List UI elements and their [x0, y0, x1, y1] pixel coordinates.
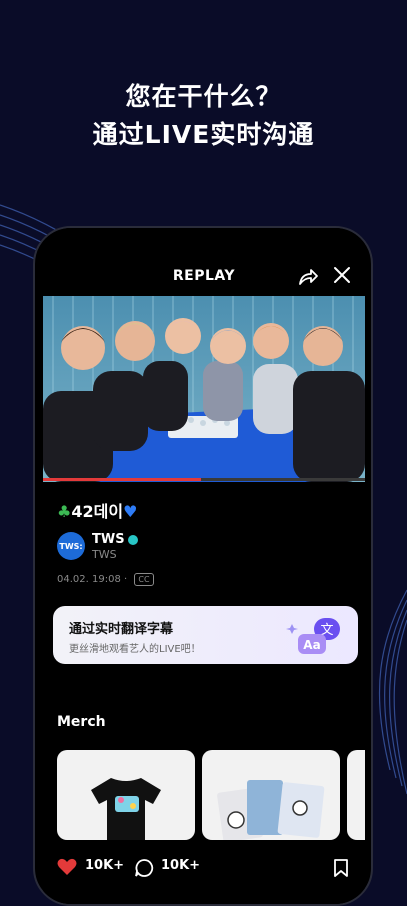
video-player[interactable] [43, 296, 365, 482]
post-title-text: 42데이 [71, 502, 124, 521]
phone-frame: REPLAY ♣42데이♥ TWS: TWS TWS 04.02. 19:08 … [33, 226, 373, 906]
top-bar: REPLAY [43, 258, 365, 294]
post-meta: 04.02. 19:08 · CC [57, 573, 154, 586]
bookmark-icon[interactable] [333, 858, 349, 878]
comment-icon[interactable] [134, 858, 154, 878]
video-progress-fill [43, 478, 201, 481]
artist-name[interactable]: TWS [92, 532, 138, 547]
artist-name-text: TWS [92, 532, 125, 547]
stickers-image [217, 780, 325, 840]
merch-card-tshirt[interactable] [57, 750, 195, 840]
close-icon[interactable] [331, 264, 353, 286]
post-title: ♣42데이♥ [57, 498, 137, 522]
tshirt-image [91, 778, 161, 840]
promo-line-1: 您在干什么？ [125, 82, 282, 111]
post-datetime: 04.02. 19:08 [57, 574, 121, 585]
cc-badge: CC [134, 573, 154, 586]
artist-avatar[interactable]: TWS: [57, 532, 85, 560]
video-progress-bar[interactable] [43, 478, 365, 481]
banner-title: 通过实时翻译字幕 [69, 622, 174, 637]
like-count: 10K+ [85, 858, 125, 873]
promo-headline: 您在干什么？ 通过LIVE实时沟通 [0, 78, 407, 154]
clover-icon: ♣ [57, 502, 72, 521]
app-screen: REPLAY ♣42데이♥ TWS: TWS TWS 04.02. 19:08 … [43, 228, 365, 904]
merch-card-stickers[interactable] [202, 750, 340, 840]
video-frame-image [43, 296, 365, 482]
translate-icon: 文 Aa [286, 618, 340, 654]
translate-glyph-b: Aa [303, 638, 320, 652]
heart-icon[interactable] [57, 858, 77, 876]
share-icon[interactable] [296, 264, 320, 288]
verified-badge-icon [127, 534, 138, 545]
merch-card-partial[interactable] [347, 750, 365, 840]
translation-banner[interactable]: 通过实时翻译字幕 更丝滑地观看艺人的LIVE吧！ 文 Aa [53, 606, 358, 664]
promo-line-2: 通过LIVE实时沟通 [92, 120, 315, 149]
comment-count: 10K+ [161, 858, 201, 873]
banner-subtitle: 更丝滑地观看艺人的LIVE吧！ [69, 644, 201, 655]
meta-separator: · [124, 574, 128, 585]
merch-section-title: Merch [57, 714, 106, 730]
artist-subtitle: TWS [92, 548, 117, 561]
bottom-action-bar: 10K+ 10K+ [43, 844, 365, 904]
avatar-text: TWS: [59, 541, 83, 551]
blue-heart-icon: ♥ [123, 502, 138, 521]
